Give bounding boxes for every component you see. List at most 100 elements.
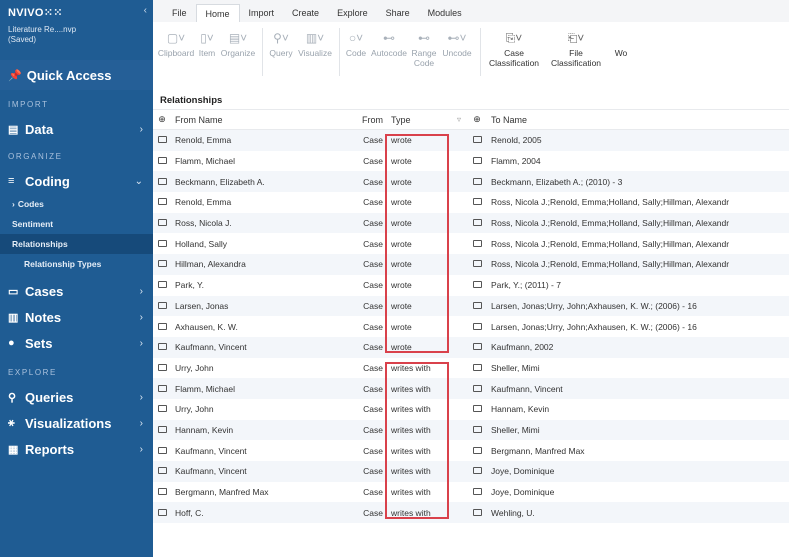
table-row[interactable]: Renold, Emma Case wrote Ross, Nicola J.;Ren… [153, 192, 789, 213]
table-row[interactable]: Flamm, Michael Case writes with Kaufmann, V… [153, 378, 789, 399]
tab-create[interactable]: Create [283, 4, 328, 22]
table-row[interactable]: Flamm, Michael Case wrote Flamm, 2004 [153, 151, 789, 172]
project-name: Literature Re....nvp [8, 25, 77, 34]
case-icon [153, 218, 171, 228]
tab-modules[interactable]: Modules [419, 4, 471, 22]
from-name-cell: Park, Y. [175, 280, 204, 291]
case-icon [467, 239, 487, 249]
from-type-cell: Case [363, 135, 383, 146]
table-row[interactable]: Hillman, Alexandra Case wrote Ross, Nicola … [153, 254, 789, 275]
sidebar-item-notes[interactable]: ▥ Notes › [0, 304, 153, 330]
collapse-sidebar-icon[interactable]: ‹ [144, 5, 147, 16]
table-row[interactable]: Urry, John Case writes with Hannam, Kevin [153, 399, 789, 420]
sidebar-item-label: Reports [25, 441, 75, 457]
code-button[interactable]: ○˅ Code [344, 28, 368, 92]
sidebar-item-label: Visualizations [25, 415, 112, 431]
tab-explore[interactable]: Explore [328, 4, 377, 22]
chevron-down-icon: ⌄ [134, 175, 143, 187]
sidebar-item-data[interactable]: ▤ Data › [0, 116, 153, 142]
relationship-type-cell: writes with [391, 507, 431, 518]
sets-icon: ● [8, 337, 15, 349]
table-row[interactable]: Hoff, C. Case writes with Wehling, U. [153, 502, 789, 524]
tab-import[interactable]: Import [240, 4, 284, 22]
data-icon: ▤ [8, 123, 19, 136]
table-row[interactable]: Hannam, Kevin Case writes with Sheller, Mim… [153, 419, 789, 441]
table-row[interactable]: Axhausen, K. W. Case wrote Larsen, Jonas;Ur… [153, 316, 789, 337]
column-header-from[interactable]: From [349, 115, 387, 125]
query-button[interactable]: ⚲˅ Query [267, 28, 295, 92]
tab-home[interactable]: Home [195, 4, 240, 22]
organize-icon: ▤˅ [228, 31, 248, 45]
table-row[interactable]: Kaufmann, Vincent Case writes with Joye, Do… [153, 461, 789, 482]
to-name-cell: Joye, Dominique [491, 466, 555, 477]
tab-file[interactable]: File [163, 4, 196, 22]
relationship-type-cell: wrote [391, 259, 412, 270]
table-row[interactable]: Larsen, Jonas Case wrote Larsen, Jonas;Urry… [153, 295, 789, 317]
uncode-button[interactable]: ⊷˅ Uncode [441, 28, 473, 92]
table-row[interactable]: Holland, Sally Case wrote Ross, Nicola J.;R… [153, 233, 789, 254]
relationship-type-cell: wrote [391, 280, 412, 291]
relationship-type-cell: writes with [391, 466, 431, 477]
case-icon [153, 177, 171, 187]
file-classification-icon: ⎗˅ [567, 31, 585, 45]
from-name-cell: Holland, Sally [175, 238, 227, 249]
case-icon [467, 425, 487, 435]
to-item-type-icon: ⊕ [473, 114, 481, 124]
to-name-cell: Flamm, 2004 [491, 156, 541, 167]
toolbar-divider [262, 28, 263, 76]
app-logo: NVIVO⁙⁙ [8, 7, 63, 19]
relationship-type-cell: writes with [391, 362, 431, 373]
project-info[interactable]: Literature Re....nvp (Saved) [8, 25, 145, 45]
clipboard-button[interactable]: ▢˅ Clipboard [158, 28, 194, 92]
from-type-cell: Case [363, 424, 383, 435]
relationship-type-cell: wrote [391, 156, 412, 167]
table-row[interactable]: Urry, John Case writes with Sheller, Mimi [153, 358, 789, 379]
sidebar-item-queries[interactable]: ⚲ Queries › [0, 384, 153, 410]
table-row[interactable]: Renold, Emma Case wrote Renold, 2005 [153, 130, 789, 151]
case-icon [153, 508, 171, 518]
to-name-cell: Larsen, Jonas;Urry, John;Axhausen, K. W.… [491, 321, 697, 332]
to-name-cell: Wehling, U. [491, 507, 535, 518]
file-classification-button[interactable]: ⎗˅ File Classification [546, 28, 606, 92]
sidebar-subitem-relationship-types[interactable]: Relationship Types [0, 254, 153, 274]
sidebar-item-cases[interactable]: ▭ Cases › [0, 278, 153, 304]
relationship-type-cell: writes with [391, 383, 431, 394]
sidebar-subitem-codes[interactable]: › Codes [0, 194, 153, 214]
sidebar-header: NVIVO⁙⁙ ‹ Literature Re....nvp (Saved) [0, 0, 153, 60]
autocode-button[interactable]: ⊷ Autocode [371, 28, 407, 92]
from-name-cell: Beckmann, Elizabeth A. [175, 176, 265, 187]
sidebar-item-reports[interactable]: ▦ Reports › [0, 436, 153, 462]
sidebar-item-quick-access[interactable]: 📌 Quick Access [0, 60, 153, 90]
relationship-type-cell: writes with [391, 404, 431, 415]
column-header-type[interactable]: Type ▿ [387, 115, 467, 125]
from-name-cell: Urry, John [175, 404, 214, 415]
range-code-button[interactable]: ⊷ Range Code [410, 28, 438, 92]
from-type-cell: Case [363, 156, 383, 167]
to-name-cell: Hannam, Kevin [491, 404, 550, 415]
table-row[interactable]: Kaufmann, Vincent Case writes with Bergmann… [153, 440, 789, 461]
case-icon [467, 404, 487, 414]
workspace-button[interactable]: Wo [609, 28, 633, 92]
case-icon [467, 218, 487, 228]
table-row[interactable]: Beckmann, Elizabeth A. Case wrote Beckmann,… [153, 171, 789, 193]
case-classification-button[interactable]: ⎘˅ Case Classification [485, 28, 543, 92]
item-icon: ▯˅ [200, 31, 214, 45]
sidebar-subitem-relationships[interactable]: Relationships [0, 234, 153, 254]
sidebar-item-coding[interactable]: ≡ Coding ⌄ [0, 168, 153, 194]
table-row[interactable]: Bergmann, Manfred Max Case writes with Joye… [153, 482, 789, 503]
table-row[interactable]: Kaufmann, Vincent Case wrote Kaufmann, 2002 [153, 336, 789, 358]
sidebar-item-sets[interactable]: ● Sets › [0, 330, 153, 356]
case-icon [153, 363, 171, 373]
table-row[interactable]: Park, Y. Case wrote Park, Y.; (2011) - 7 [153, 275, 789, 296]
sidebar-item-label: Coding [25, 173, 70, 189]
sidebar-subitem-sentiment[interactable]: Sentiment [0, 214, 153, 234]
item-button[interactable]: ▯˅ Item [196, 28, 218, 92]
table-row[interactable]: Ross, Nicola J. Case wrote Ross, Nicola J.;… [153, 212, 789, 234]
visualize-button[interactable]: ▥˅ Visualize [298, 28, 332, 92]
organize-button[interactable]: ▤˅ Organize [221, 28, 256, 92]
tab-share[interactable]: Share [377, 4, 419, 22]
column-header-to-name[interactable]: To Name [487, 115, 789, 125]
sidebar-item-visualizations[interactable]: ⚹ Visualizations › [0, 410, 153, 436]
column-header-from-name[interactable]: From Name [171, 115, 349, 125]
from-type-cell: Case [363, 238, 383, 249]
